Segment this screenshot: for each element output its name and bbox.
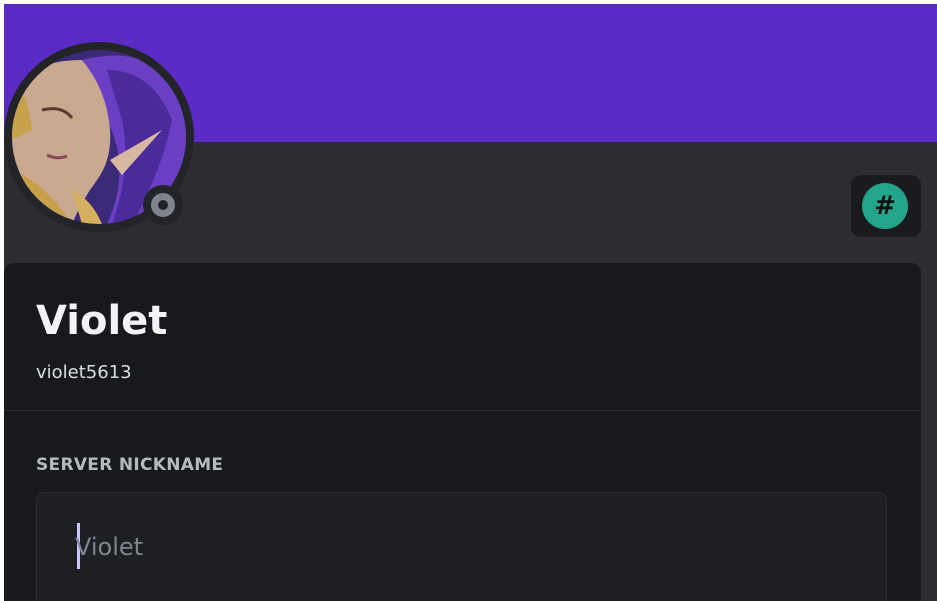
username: violet5613 [36, 362, 132, 383]
display-name: Violet [36, 298, 168, 344]
profile-popout: # Violet violet5613 SERVER NICKNAME [4, 4, 937, 601]
hashtag-icon[interactable]: # [862, 183, 908, 229]
server-nickname-input[interactable] [75, 525, 855, 569]
offline-status-icon [151, 193, 175, 217]
profile-badges: # [851, 175, 921, 237]
server-nickname-field[interactable] [36, 492, 887, 601]
divider [4, 410, 921, 411]
status-indicator [143, 185, 183, 225]
server-nickname-label: SERVER NICKNAME [36, 455, 224, 475]
profile-info-card: Violet violet5613 SERVER NICKNAME [4, 263, 921, 601]
